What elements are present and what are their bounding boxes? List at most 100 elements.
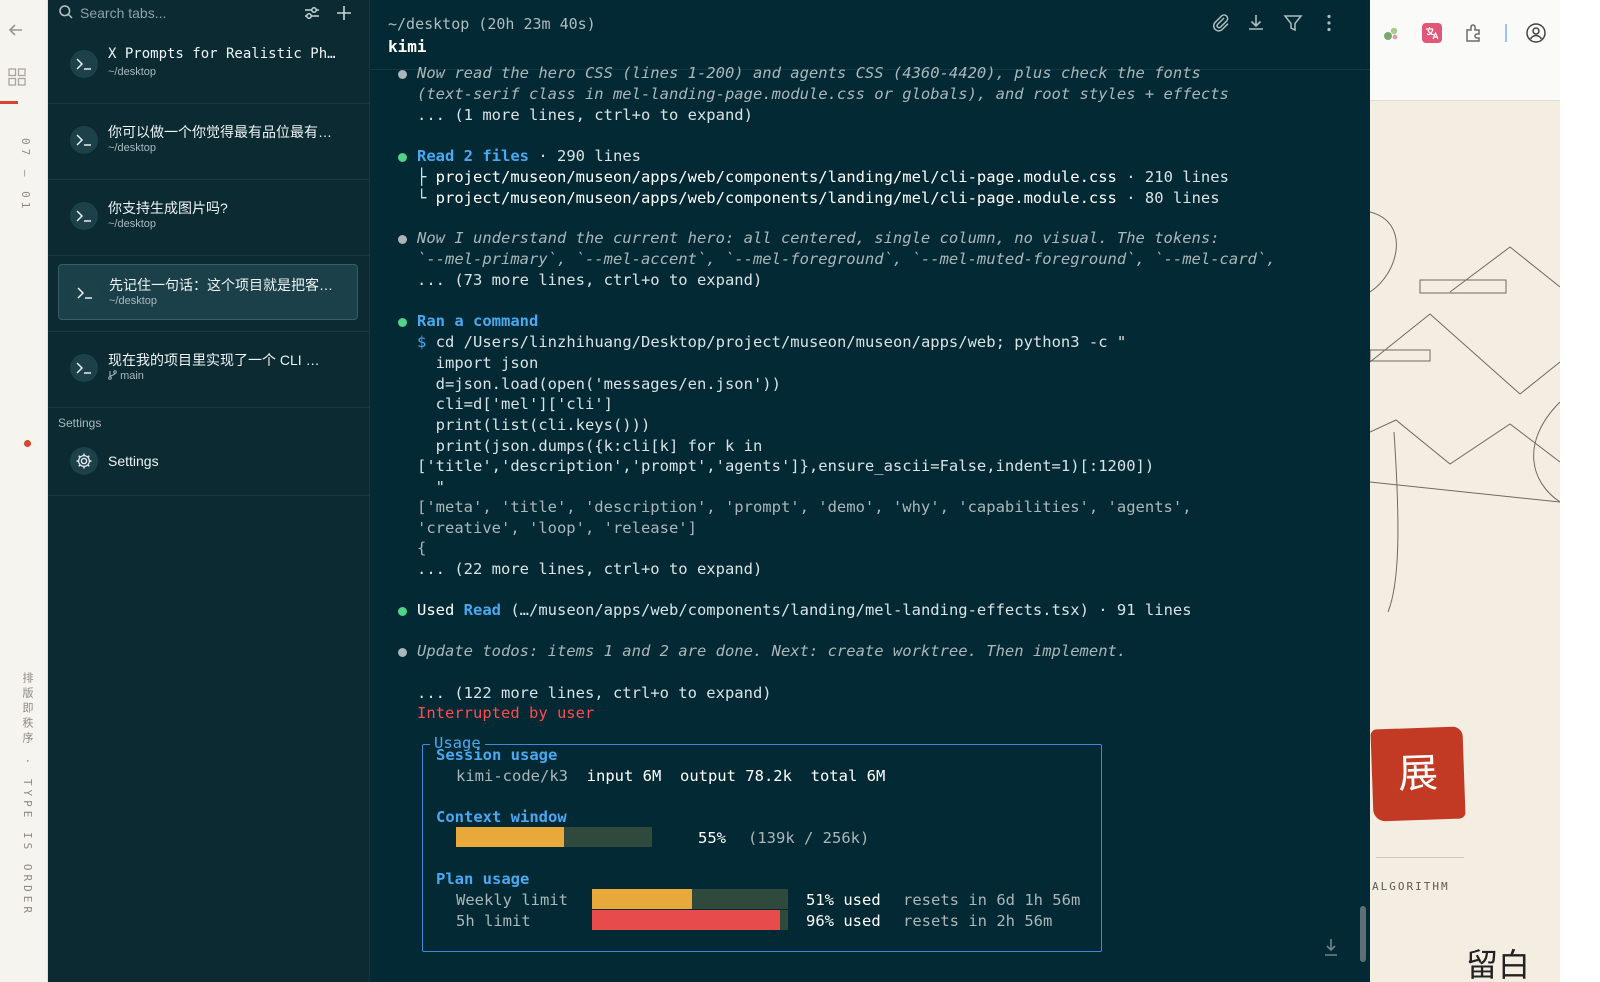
filter-funnel-icon[interactable]: [1282, 12, 1304, 34]
command-line: $ cd /Users/linzhihuang/Desktop/project/…: [417, 332, 1126, 353]
expand-hint[interactable]: ... (122 more lines, ctrl+o to expand): [417, 683, 772, 704]
terminal-pane[interactable]: ~/desktop (20h 23m 40s) kimi Now read th…: [370, 0, 1370, 982]
download-icon[interactable]: [1245, 12, 1267, 34]
context-percent: 55%: [698, 829, 726, 847]
expand-hint[interactable]: ... (73 more lines, ctrl+o to expand): [417, 270, 762, 291]
tab-item[interactable]: 现在我的项目里实现了一个 CLI … main: [48, 334, 370, 408]
context-window-heading: Context window: [436, 808, 567, 826]
scroll-to-bottom-icon[interactable]: [1320, 936, 1342, 958]
weekly-limit-bar: [592, 889, 788, 909]
fivehour-used: 96% used: [806, 912, 881, 930]
total-tokens: total 6M: [810, 767, 886, 785]
command-line: import json: [417, 354, 539, 372]
terminal-prompt-icon: [70, 202, 98, 230]
output-tokens: output 78.2k: [679, 767, 792, 785]
terminal-title: kimi: [388, 37, 427, 56]
divider: [1376, 857, 1464, 858]
file-result-line: └ project/museon/museon/apps/web/compone…: [417, 188, 1220, 209]
branch-name: main: [120, 370, 144, 382]
interrupted-notice: Interrupted by user: [417, 704, 595, 722]
seal-character: 展: [1397, 750, 1439, 798]
search-tabs-input[interactable]: [80, 2, 280, 24]
file-result-line: ├ project/museon/museon/apps/web/compone…: [417, 167, 1229, 188]
tool-call-header: Used Read (…/museon/apps/web/components/…: [417, 600, 1192, 621]
extensions-icon[interactable]: [1463, 22, 1485, 44]
tab-card[interactable]: 你可以做一个你觉得最有品位最有… ~/desktop: [58, 112, 358, 168]
assistant-message-line: (text-serif class in mel-landing-page.mo…: [417, 85, 1229, 103]
tab-title: 先记住一句话：这个项目就是把客…: [109, 277, 333, 293]
tab-card[interactable]: 先记住一句话：这个项目就是把客… ~/desktop: [58, 264, 358, 320]
fivehour-limit-label: 5h limit: [456, 912, 531, 930]
tab-item-active[interactable]: 先记住一句话：这个项目就是把客… ~/desktop: [48, 258, 370, 332]
date-vertical-text: 07 — 01: [19, 138, 32, 213]
more-vertical-icon[interactable]: [1318, 12, 1340, 34]
tool-action: Ran a command: [417, 312, 539, 330]
tree-branch: └: [417, 189, 436, 207]
tab-title: 你可以做一个你觉得最有品位最有…: [108, 124, 332, 140]
assistant-message-line: Now I understand the current hero: all c…: [417, 229, 1220, 247]
tool-action: Read 2 files: [417, 147, 529, 165]
fivehour-limit-bar: [592, 910, 788, 930]
decorative-line-art: [1370, 211, 1560, 613]
red-seal-stamp: 展: [1370, 726, 1466, 822]
tab-subtitle: main: [108, 370, 144, 382]
translate-icon[interactable]: [1421, 22, 1443, 44]
tab-card[interactable]: 你支持生成图片吗? ~/desktop: [58, 188, 358, 244]
fivehour-reset: resets in 2h 56m: [903, 912, 1053, 930]
git-branch-icon: [108, 370, 117, 380]
gear-icon: [70, 447, 98, 475]
tool-detail: (…/museon/apps/web/components/landing/me…: [510, 601, 1192, 619]
browser-toolbar: [1370, 0, 1560, 101]
used-prefix: Used: [417, 601, 455, 619]
tool-success-bullet: [398, 318, 407, 327]
expand-hint[interactable]: ... (1 more lines, ctrl+o to expand): [417, 105, 753, 126]
search-icon: [58, 4, 74, 20]
message-bullet: [398, 648, 407, 657]
red-dot-marker: [24, 440, 31, 447]
assistant-message-line: `--mel-primary`, `--mel-accent`, `--mel-…: [417, 250, 1276, 268]
file-path: project/museon/museon/apps/web/component…: [435, 189, 1117, 207]
input-tokens: input 6M: [586, 767, 662, 785]
message-bullet: [398, 70, 407, 79]
page-right-edge: [1560, 0, 1600, 982]
bar-fill: [456, 827, 564, 847]
command-output-line: ['meta', 'title', 'description', 'prompt…: [417, 498, 1192, 516]
grid-icon[interactable]: [8, 68, 26, 86]
expand-hint[interactable]: ... (22 more lines, ctrl+o to expand): [417, 559, 762, 580]
session-usage-heading: Session usage: [436, 746, 558, 764]
new-tab-plus-icon[interactable]: [334, 3, 354, 23]
session-usage-row: kimi-code/k3 input 6M output 78.2k total…: [436, 766, 885, 787]
weekly-reset: resets in 6d 1h 56m: [903, 891, 1081, 909]
tab-subtitle: ~/desktop: [108, 218, 157, 230]
tab-subtitle: ~/desktop: [108, 66, 157, 78]
tool-count: · 290 lines: [538, 147, 641, 165]
tab-item[interactable]: X Prompts for Realistic Ph… ~/desktop: [48, 30, 370, 104]
background-webpage: 展 ALGORITHM 留白: [1370, 0, 1600, 982]
filter-sliders-icon[interactable]: [302, 3, 322, 23]
tab-title: 现在我的项目里实现了一个 CLI …: [108, 352, 320, 368]
tab-item[interactable]: 你可以做一个你觉得最有品位最有… ~/desktop: [48, 106, 370, 180]
command-line: cli=d['mel']['cli']: [417, 395, 613, 413]
settings-item[interactable]: Settings: [48, 436, 370, 496]
puzzle-extension-icon[interactable]: [1380, 22, 1402, 44]
tab-title: X Prompts for Realistic Ph…: [108, 46, 336, 62]
left-accent-bar: [0, 101, 18, 104]
back-arrow-icon[interactable]: [6, 20, 26, 40]
plan-usage-heading: Plan usage: [436, 870, 530, 888]
message-bullet: [398, 235, 407, 244]
bar-fill: [592, 910, 781, 930]
toolbar-separator: [1505, 24, 1507, 42]
tab-card[interactable]: X Prompts for Realistic Ph… ~/desktop: [58, 36, 358, 92]
tab-card[interactable]: 现在我的项目里实现了一个 CLI … main: [58, 340, 358, 396]
command-line: ['title','description','prompt','agents'…: [417, 457, 1155, 475]
command-line: print(list(cli.keys())): [417, 416, 651, 434]
tree-branch: ├: [417, 168, 436, 186]
tab-item[interactable]: 你支持生成图片吗? ~/desktop: [48, 182, 370, 256]
paperclip-icon[interactable]: [1210, 12, 1232, 34]
left-page-strip: 07 — 01 排版即秩序 · TYPE IS ORDER: [0, 0, 48, 982]
algorithm-label: ALGORITHM: [1372, 880, 1450, 893]
tab-title: 你支持生成图片吗?: [108, 200, 228, 216]
command-output-line: {: [417, 539, 427, 557]
scrollbar-thumb[interactable]: [1360, 906, 1366, 962]
profile-avatar-icon[interactable]: [1525, 22, 1547, 44]
